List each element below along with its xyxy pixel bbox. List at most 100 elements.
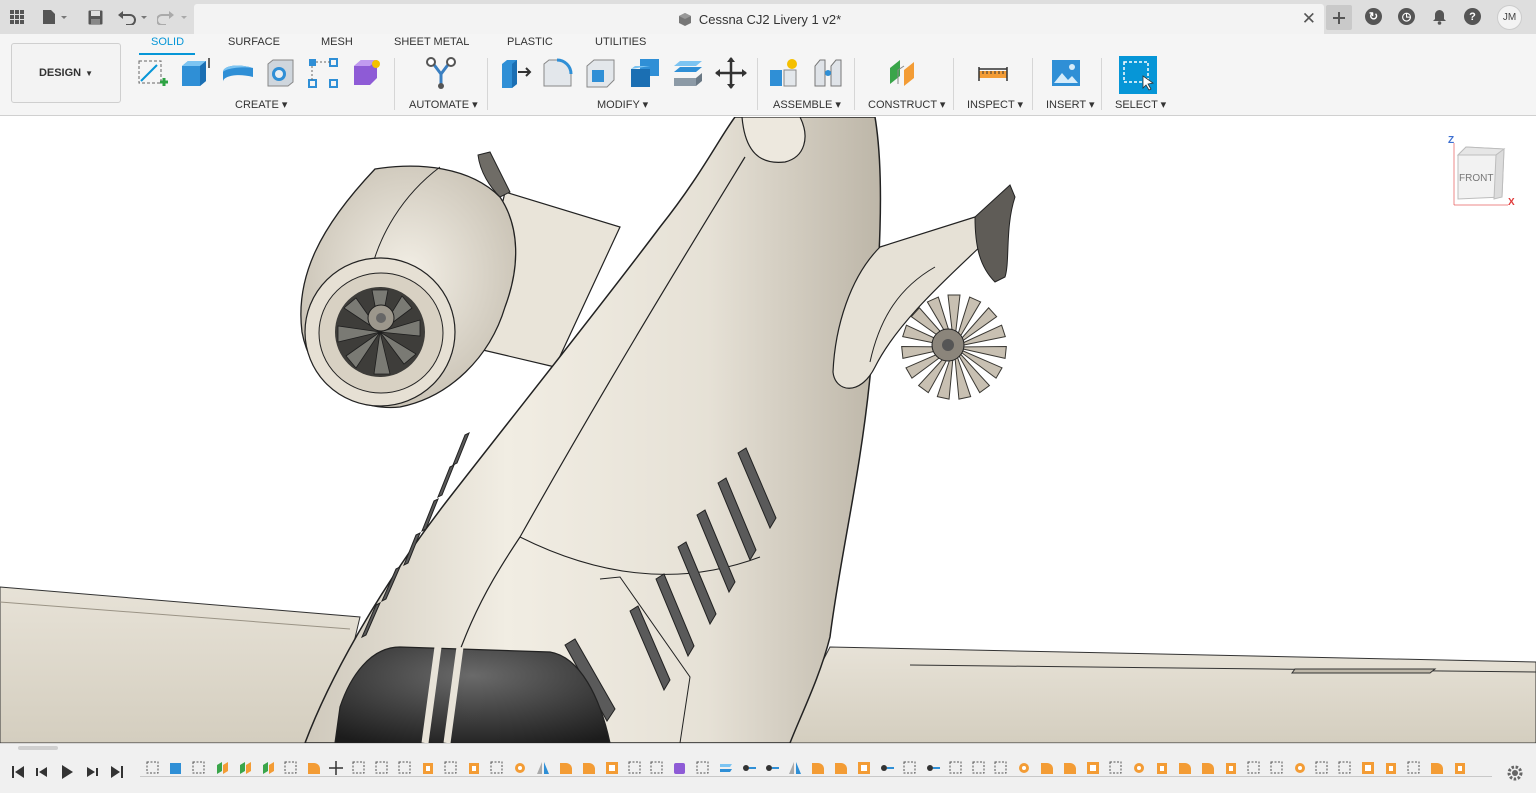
timeline-feature-sketch-icon[interactable] bbox=[145, 760, 161, 776]
redo-button[interactable] bbox=[156, 6, 190, 28]
fillet-icon[interactable] bbox=[541, 56, 575, 90]
timeline-feature-sketch-icon[interactable] bbox=[1337, 760, 1353, 776]
timeline-feature-sketch-icon[interactable] bbox=[971, 760, 987, 776]
create-menu[interactable]: CREATE ▾ bbox=[235, 98, 287, 111]
timeline-feature-plane-icon[interactable] bbox=[237, 760, 253, 776]
extrude-icon[interactable] bbox=[178, 56, 212, 90]
timeline-feature-sketch-icon[interactable] bbox=[1246, 760, 1262, 776]
view-cube[interactable]: FRONT Z X bbox=[1444, 135, 1516, 208]
timeline-feature-combine-icon[interactable] bbox=[1383, 760, 1399, 776]
canvas-viewport[interactable]: FRONT Z X bbox=[0, 117, 1536, 743]
inspect-menu[interactable]: INSPECT ▾ bbox=[967, 98, 1023, 111]
timeline-feature-hole-icon[interactable] bbox=[512, 760, 528, 776]
timeline-feature-plane-icon[interactable] bbox=[214, 760, 230, 776]
step-back-icon[interactable] bbox=[34, 764, 50, 780]
timeline-feature-sketch-icon[interactable] bbox=[374, 760, 390, 776]
timeline-feature-sketch-icon[interactable] bbox=[1314, 760, 1330, 776]
timeline-feature-fillet-icon[interactable] bbox=[833, 760, 849, 776]
notifications-bell-icon[interactable] bbox=[1430, 6, 1448, 28]
timeline-feature-fillet-icon[interactable] bbox=[1177, 760, 1193, 776]
timeline-feature-joint-icon[interactable] bbox=[925, 760, 941, 776]
save-icon[interactable] bbox=[86, 6, 104, 28]
timeline-feature-combine-icon[interactable] bbox=[466, 760, 482, 776]
modify-menu[interactable]: MODIFY ▾ bbox=[597, 98, 648, 111]
timeline-feature-hole-icon[interactable] bbox=[1016, 760, 1032, 776]
timeline-feature-sketch-icon[interactable] bbox=[489, 760, 505, 776]
new-tab-button[interactable] bbox=[1326, 5, 1352, 30]
measure-icon[interactable] bbox=[976, 56, 1010, 90]
timeline-feature-sketch-icon[interactable] bbox=[649, 760, 665, 776]
press-pull-icon[interactable] bbox=[498, 56, 532, 90]
timeline-feature-fillet-icon[interactable] bbox=[810, 760, 826, 776]
timeline-feature-sketch-icon[interactable] bbox=[1269, 760, 1285, 776]
timeline-feature-combine-icon[interactable] bbox=[420, 760, 436, 776]
select-menu[interactable]: SELECT ▾ bbox=[1115, 98, 1166, 111]
timeline-feature-fillet-icon[interactable] bbox=[1062, 760, 1078, 776]
document-tab[interactable]: Cessna CJ2 Livery 1 v2* ✕ bbox=[194, 4, 1324, 34]
close-tab-icon[interactable]: ✕ bbox=[1302, 9, 1316, 29]
file-menu-button[interactable] bbox=[40, 6, 70, 28]
timeline-feature-sketch-icon[interactable] bbox=[397, 760, 413, 776]
timeline-feature-offset-icon[interactable] bbox=[718, 760, 734, 776]
offset-plane-icon[interactable] bbox=[886, 56, 920, 90]
automate-menu[interactable]: AUTOMATE ▾ bbox=[409, 98, 478, 111]
timeline-feature-sketch-icon[interactable] bbox=[191, 760, 207, 776]
timeline-feature-sketch-icon[interactable] bbox=[993, 760, 1009, 776]
timeline-feature-combine-icon[interactable] bbox=[1223, 760, 1239, 776]
tab-sheet-metal[interactable]: SHEET METAL bbox=[394, 36, 469, 48]
timeline-feature-hole-icon[interactable] bbox=[1131, 760, 1147, 776]
timeline-feature-sketch-icon[interactable] bbox=[351, 760, 367, 776]
timeline-feature-shell-icon[interactable] bbox=[604, 760, 620, 776]
timeline-feature-shell-icon[interactable] bbox=[1085, 760, 1101, 776]
offset-face-icon[interactable] bbox=[671, 56, 705, 90]
timeline-feature-fillet-icon[interactable] bbox=[306, 760, 322, 776]
timeline-feature-sketch-icon[interactable] bbox=[283, 760, 299, 776]
tab-mesh[interactable]: MESH bbox=[321, 36, 353, 48]
shell-icon[interactable] bbox=[584, 56, 618, 90]
app-grid-icon[interactable] bbox=[8, 6, 26, 28]
timeline-feature-fillet-icon[interactable] bbox=[581, 760, 597, 776]
step-forward-icon[interactable] bbox=[84, 764, 100, 780]
play-icon[interactable] bbox=[59, 764, 75, 780]
timeline-resize-handle[interactable] bbox=[18, 746, 58, 750]
timeline-feature-plane-icon[interactable] bbox=[260, 760, 276, 776]
window-select-icon[interactable] bbox=[1119, 56, 1157, 94]
timeline-feature-hole-icon[interactable] bbox=[1292, 760, 1308, 776]
create-form-icon[interactable] bbox=[350, 56, 384, 90]
timeline-feature-sketch-icon[interactable] bbox=[948, 760, 964, 776]
extensions-icon[interactable]: ↻ bbox=[1365, 8, 1382, 25]
timeline-feature-extrude-icon[interactable] bbox=[168, 760, 184, 776]
create-sketch-icon[interactable] bbox=[136, 56, 170, 90]
user-avatar[interactable]: JM bbox=[1497, 5, 1522, 30]
assemble-menu[interactable]: ASSEMBLE ▾ bbox=[773, 98, 841, 111]
timeline-feature-sketch-icon[interactable] bbox=[443, 760, 459, 776]
timeline-feature-mirror-icon[interactable] bbox=[787, 760, 803, 776]
timeline-feature-fillet-icon[interactable] bbox=[1200, 760, 1216, 776]
timeline-feature-joint-icon[interactable] bbox=[764, 760, 780, 776]
move-copy-icon[interactable] bbox=[714, 56, 748, 90]
timeline-feature-mirror-icon[interactable] bbox=[535, 760, 551, 776]
timeline-feature-fillet-icon[interactable] bbox=[558, 760, 574, 776]
timeline-feature-fillet-icon[interactable] bbox=[1429, 760, 1445, 776]
insert-menu[interactable]: INSERT ▾ bbox=[1046, 98, 1095, 111]
timeline-feature-shell-icon[interactable] bbox=[1360, 760, 1376, 776]
timeline-feature-fillet-icon[interactable] bbox=[1039, 760, 1055, 776]
timeline-feature-sketch-icon[interactable] bbox=[1406, 760, 1422, 776]
rectangular-pattern-icon[interactable] bbox=[306, 56, 340, 90]
timeline-feature-move-icon[interactable] bbox=[328, 760, 344, 776]
timeline-feature-form-icon[interactable] bbox=[672, 760, 688, 776]
tab-utilities[interactable]: UTILITIES bbox=[595, 36, 646, 48]
timeline-feature-shell-icon[interactable] bbox=[856, 760, 872, 776]
timeline-feature-sketch-icon[interactable] bbox=[627, 760, 643, 776]
timeline-feature-sketch-icon[interactable] bbox=[902, 760, 918, 776]
construct-menu[interactable]: CONSTRUCT ▾ bbox=[868, 98, 945, 111]
tab-plastic[interactable]: PLASTIC bbox=[507, 36, 553, 48]
tab-surface[interactable]: SURFACE bbox=[228, 36, 280, 48]
timeline-feature-combine-icon[interactable] bbox=[1154, 760, 1170, 776]
undo-button[interactable] bbox=[116, 6, 150, 28]
timeline-feature-joint-icon[interactable] bbox=[741, 760, 757, 776]
timeline-feature-combine-icon[interactable] bbox=[1452, 760, 1468, 776]
insert-image-icon[interactable] bbox=[1049, 56, 1083, 90]
combine-icon[interactable] bbox=[628, 56, 662, 90]
revolve-icon[interactable] bbox=[221, 56, 255, 90]
